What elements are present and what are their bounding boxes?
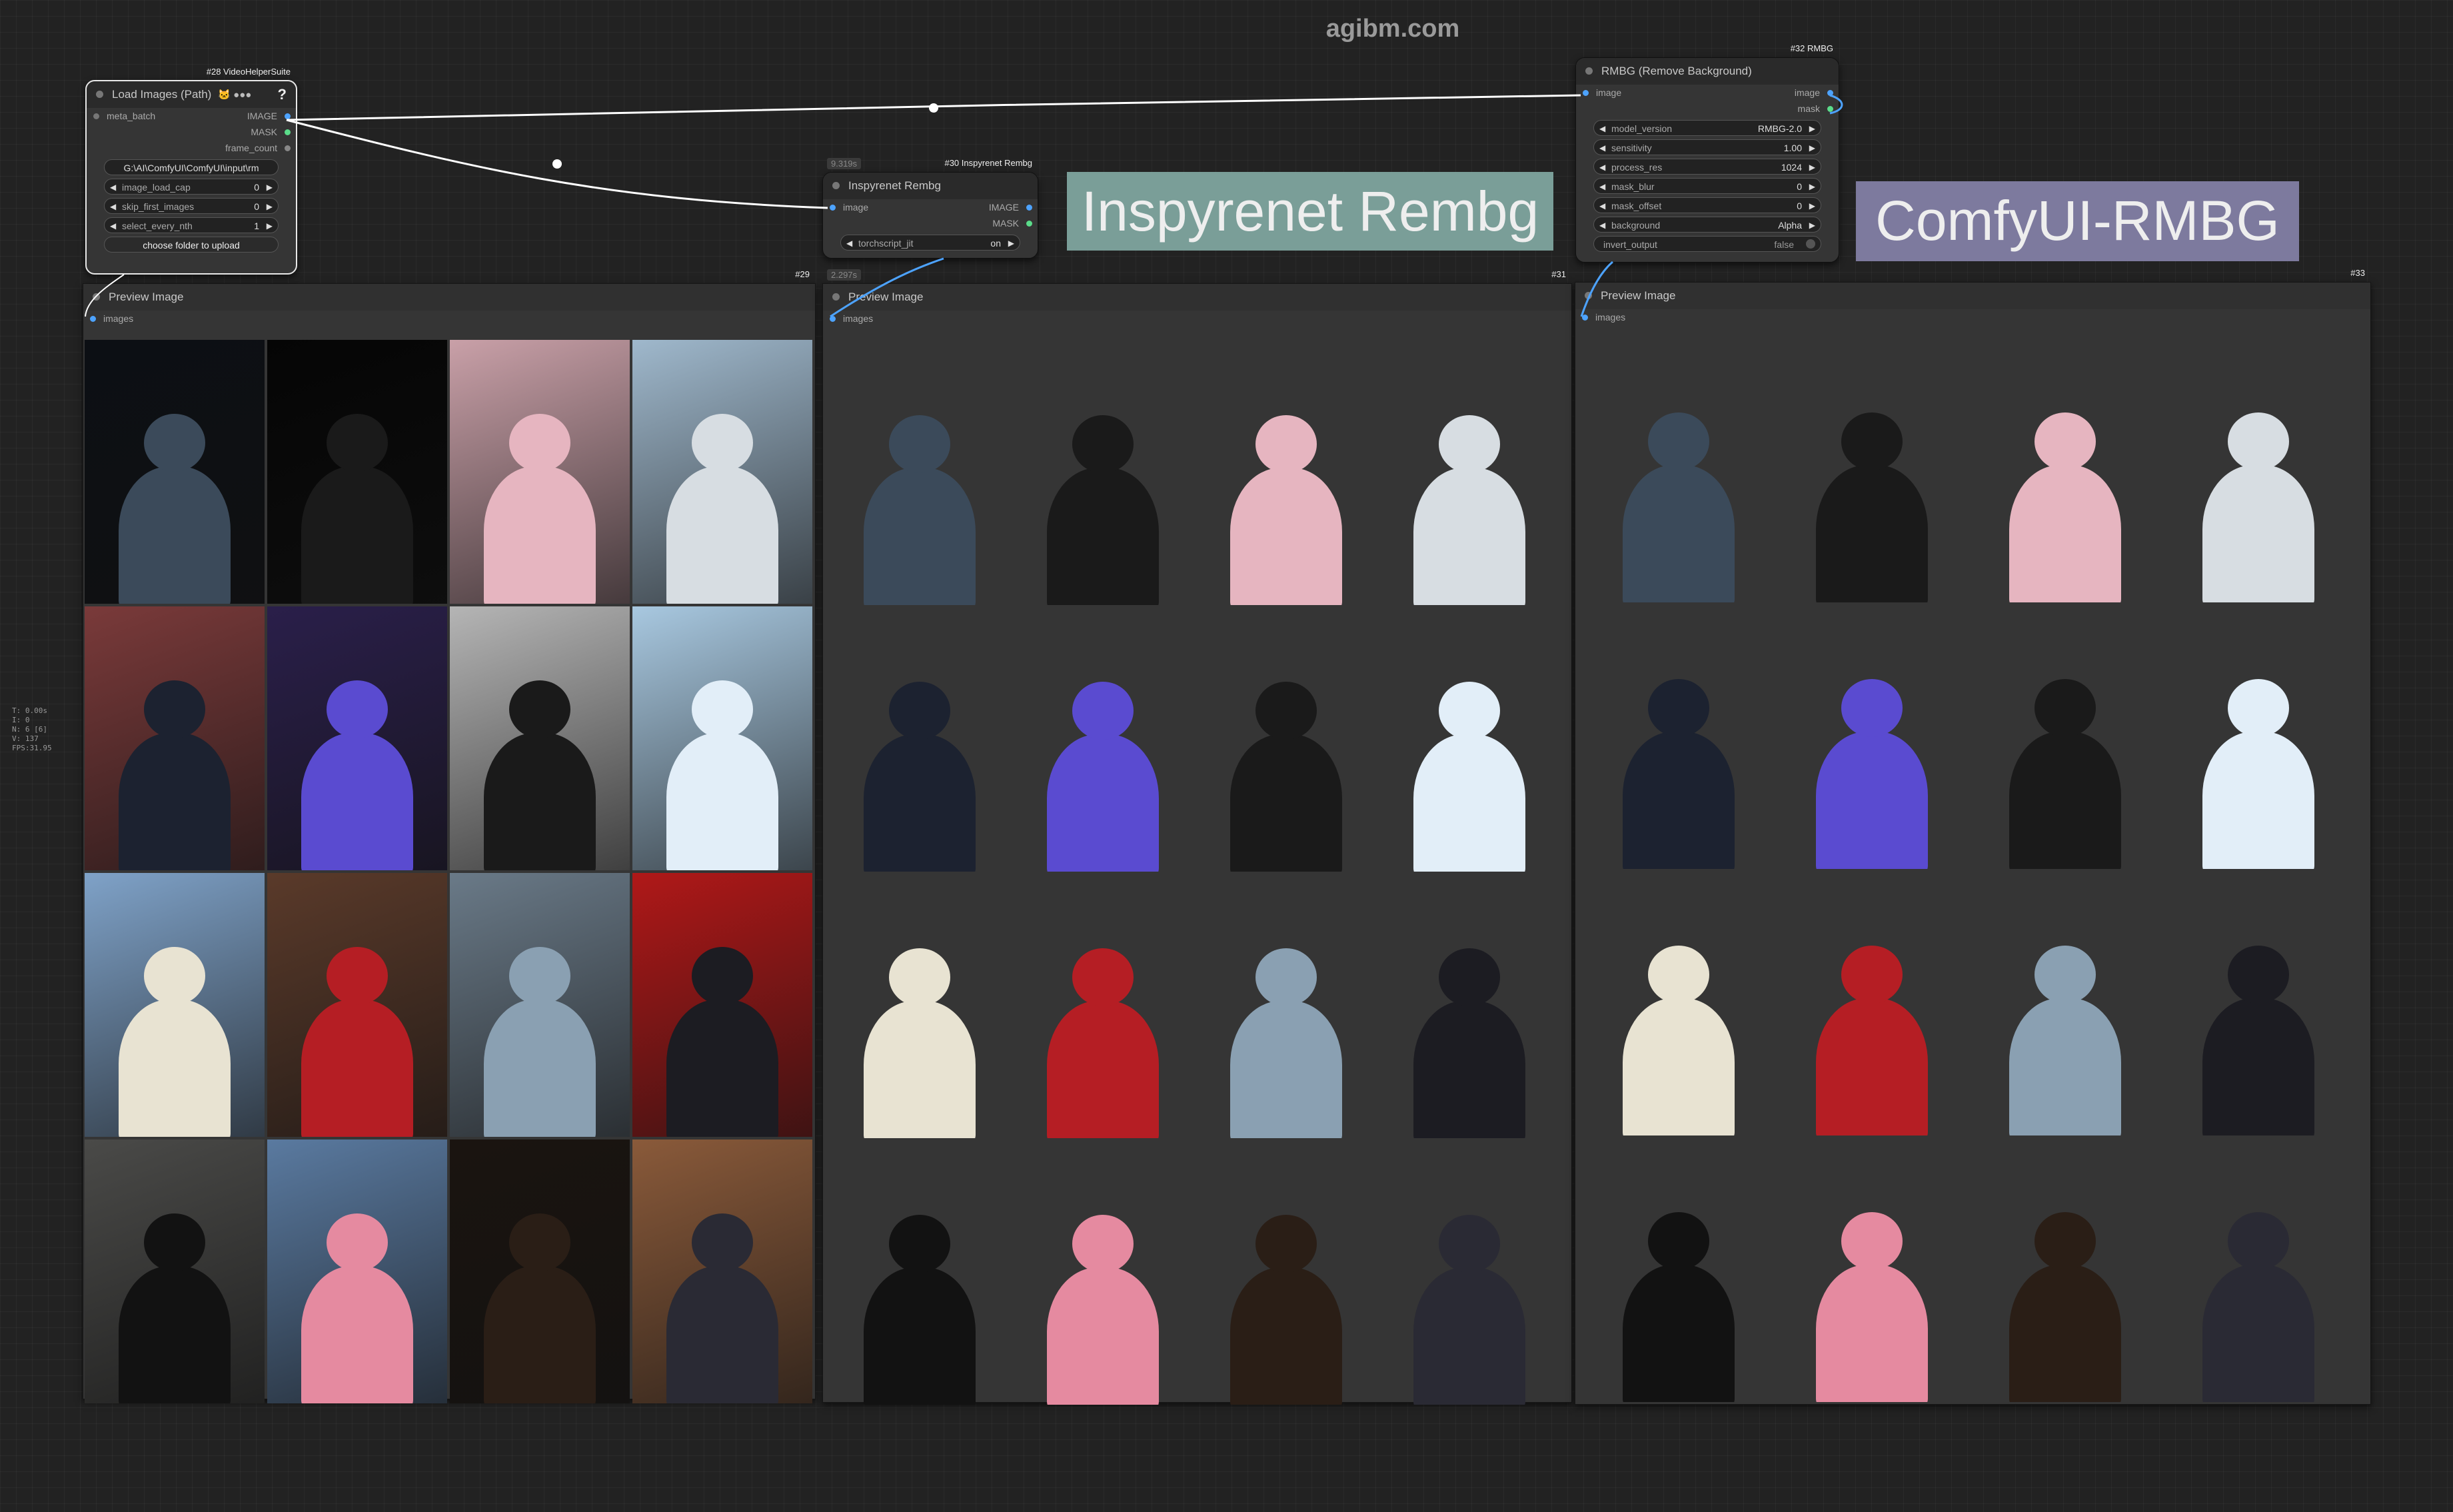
link-midpoint-icon (929, 103, 938, 113)
link-rmbg-to-preview (1580, 261, 1613, 317)
link-rmbg-loop (1829, 94, 1843, 115)
link-image-to-preview-original (85, 274, 125, 317)
link-inspyrenet-to-preview (830, 257, 944, 318)
link-midpoint-icon (552, 159, 562, 169)
node-links (85, 94, 1843, 318)
